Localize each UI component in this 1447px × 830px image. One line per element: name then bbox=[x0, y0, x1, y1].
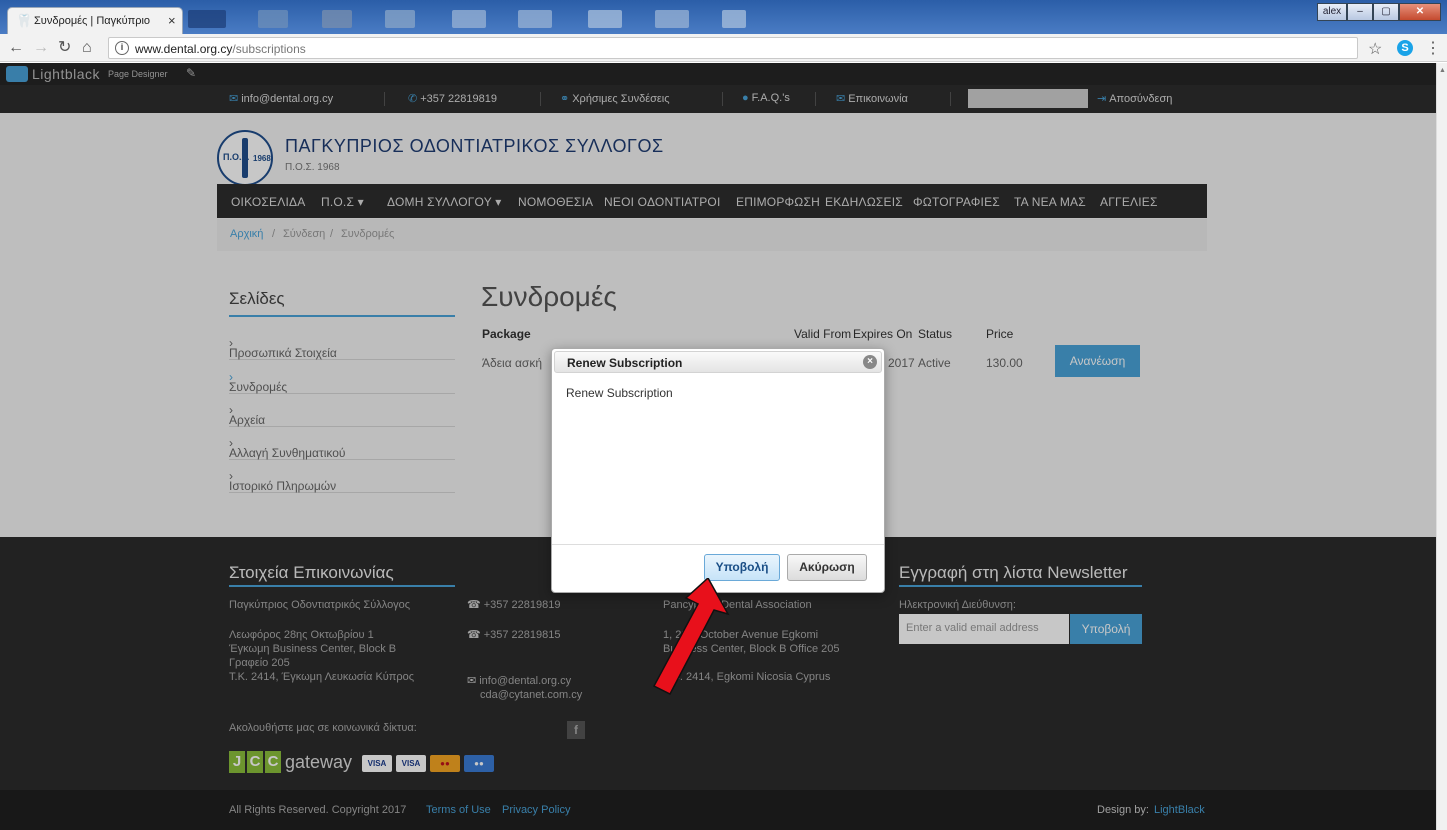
info-icon[interactable]: i bbox=[115, 41, 129, 55]
browser-titlebar: 🦷 Συνδρομές | Παγκύπριο × alex – ▢ ✕ bbox=[0, 0, 1447, 34]
taskbar-thumbnail bbox=[385, 10, 415, 28]
dialog-divider bbox=[552, 544, 884, 545]
renew-subscription-dialog: Renew Subscription × Renew Subscription … bbox=[551, 348, 885, 593]
taskbar-thumbnail bbox=[258, 10, 288, 28]
cancel-button[interactable]: Ακύρωση bbox=[787, 554, 867, 581]
url-host: www.dental.org.cy bbox=[135, 42, 233, 56]
minimize-button[interactable]: – bbox=[1347, 3, 1373, 21]
dialog-title: Renew Subscription bbox=[567, 356, 683, 370]
taskbar-thumbnail bbox=[722, 10, 746, 28]
reload-icon[interactable]: ↻ bbox=[58, 39, 71, 57]
browser-menu-icon[interactable]: ⋮ bbox=[1425, 38, 1441, 58]
browser-toolbar: ← → ↻ ⌂ i www.dental.org.cy/subscription… bbox=[0, 34, 1447, 62]
page-scrollbar[interactable]: ▲ bbox=[1436, 63, 1447, 830]
dialog-header[interactable]: Renew Subscription × bbox=[554, 351, 882, 373]
scroll-up-arrow-icon[interactable]: ▲ bbox=[1439, 67, 1446, 74]
home-icon[interactable]: ⌂ bbox=[82, 39, 92, 57]
forward-arrow-icon[interactable]: → bbox=[33, 39, 49, 57]
taskbar-thumbnail bbox=[655, 10, 689, 28]
window-user-badge: alex bbox=[1317, 3, 1347, 21]
annotation-arrow-icon bbox=[652, 578, 730, 695]
submit-button[interactable]: Υποβολή bbox=[704, 554, 780, 581]
taskbar-thumbnail bbox=[452, 10, 486, 28]
tab-title: Συνδρομές | Παγκύπριο bbox=[34, 15, 151, 27]
window-controls: alex – ▢ ✕ bbox=[1317, 3, 1441, 21]
window-close-button[interactable]: ✕ bbox=[1399, 3, 1441, 21]
taskbar-thumbnail bbox=[322, 10, 352, 28]
dialog-body-text: Renew Subscription bbox=[566, 386, 673, 400]
taskbar-thumbnail bbox=[518, 10, 552, 28]
tooth-icon: 🦷 bbox=[16, 13, 33, 28]
dialog-close-icon[interactable]: × bbox=[863, 355, 877, 369]
skype-extension-icon[interactable]: S bbox=[1397, 40, 1413, 56]
bookmark-star-icon[interactable]: ☆ bbox=[1368, 39, 1382, 59]
taskbar-thumbnail bbox=[588, 10, 622, 28]
browser-tab[interactable]: 🦷 Συνδρομές | Παγκύπριο × bbox=[7, 7, 183, 34]
maximize-button[interactable]: ▢ bbox=[1373, 3, 1399, 21]
url-path: /subscriptions bbox=[232, 42, 306, 56]
taskbar-thumbnail bbox=[188, 10, 226, 28]
tab-close-icon[interactable]: × bbox=[168, 13, 176, 28]
address-bar[interactable]: i www.dental.org.cy/subscriptions bbox=[108, 37, 1358, 59]
back-arrow-icon[interactable]: ← bbox=[8, 39, 24, 57]
